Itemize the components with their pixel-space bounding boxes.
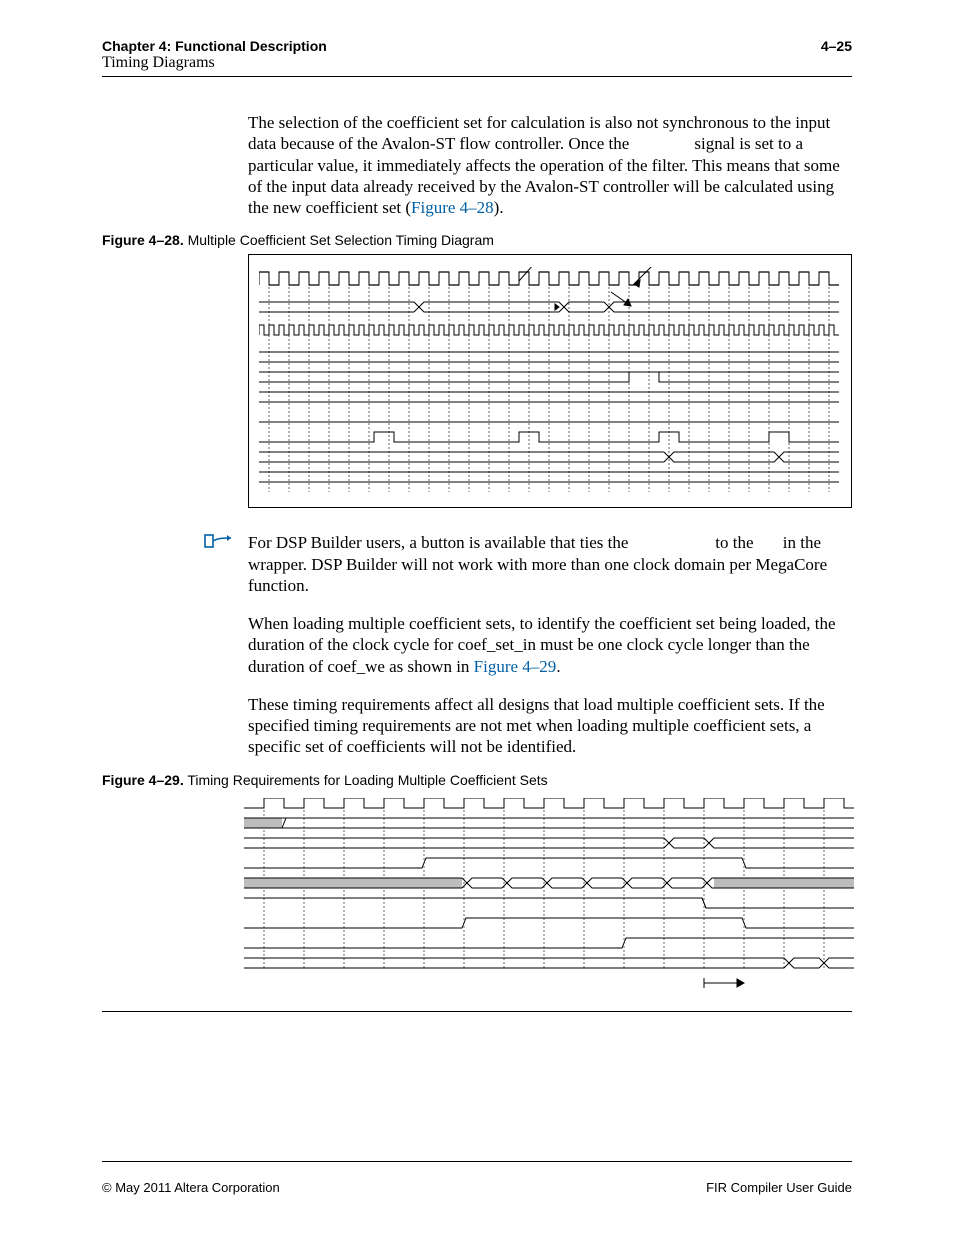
paragraph-3: These timing requirements affect all des… xyxy=(248,694,852,758)
figure-4-28-diagram xyxy=(248,254,852,508)
note-dsp-builder: For DSP Builder users, a button is avail… xyxy=(204,532,852,596)
note-icon xyxy=(204,532,238,555)
chapter-name: Chapter 4: Functional Description xyxy=(102,38,327,54)
footer-right: FIR Compiler User Guide xyxy=(706,1180,852,1195)
page-number: 4–25 xyxy=(821,38,852,54)
page-footer: © May 2011 Altera Corporation FIR Compil… xyxy=(102,1180,852,1195)
figure-29-bottom-rule xyxy=(102,1011,852,1012)
figure-4-29-caption: Figure 4–29. Timing Requirements for Loa… xyxy=(102,772,852,788)
figure-link-4-29[interactable]: Figure 4–29 xyxy=(474,657,557,676)
section-name: Timing Diagrams xyxy=(102,54,852,72)
paragraph-1: The selection of the coefficient set for… xyxy=(248,112,852,218)
header-rule xyxy=(102,76,852,77)
figure-4-29-diagram xyxy=(244,794,852,1003)
footer-rule xyxy=(102,1161,852,1162)
figure-link-4-28[interactable]: Figure 4–28 xyxy=(411,198,494,217)
figure-4-28-caption: Figure 4–28. Multiple Coefficient Set Se… xyxy=(102,232,852,248)
footer-left: © May 2011 Altera Corporation xyxy=(102,1180,280,1195)
paragraph-2: When loading multiple coefficient sets, … xyxy=(248,613,852,677)
page-header: Chapter 4: Functional Description 4–25 T… xyxy=(102,38,852,77)
